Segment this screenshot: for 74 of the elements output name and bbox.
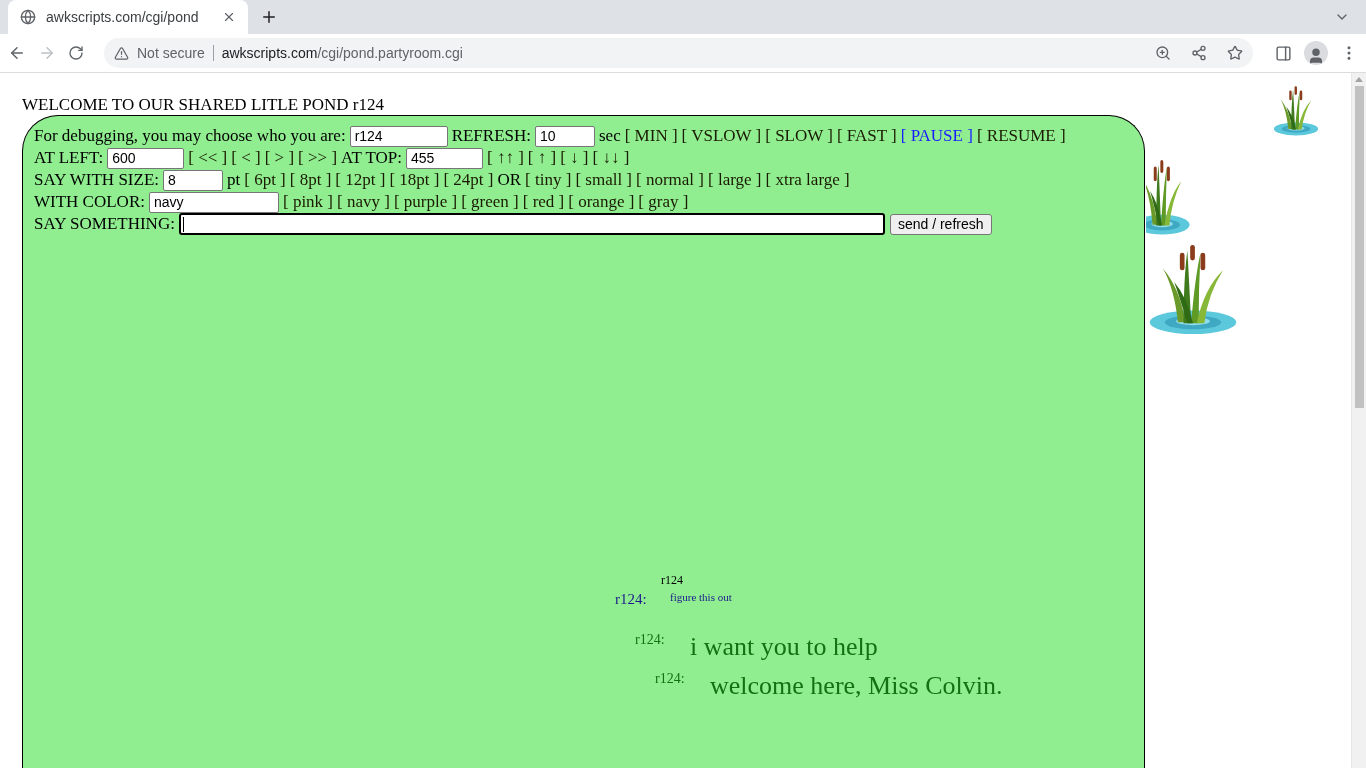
- bracket-link[interactable]: [ RESUME ]: [976, 126, 1066, 146]
- bracket-link[interactable]: [ small ]: [575, 170, 633, 190]
- text-field[interactable]: navy: [148, 191, 279, 213]
- bracket-link[interactable]: [ normal ]: [636, 170, 704, 190]
- url-text: awkscripts.com/cgi/pond.partyroom.cgi: [221, 45, 463, 61]
- author-label: r124:: [615, 592, 647, 607]
- author-label: r124:: [655, 672, 685, 686]
- bracket-link[interactable]: [ pink ]: [282, 192, 333, 212]
- star-icon[interactable]: [1227, 45, 1243, 61]
- control-label: REFRESH:: [451, 126, 531, 146]
- control-label: pt: [227, 170, 241, 190]
- control-label: SAY SOMETHING:: [34, 214, 175, 234]
- bracket-link[interactable]: [ ↑ ]: [527, 148, 557, 168]
- message-text: welcome here, Miss Colvin.: [710, 673, 1003, 699]
- control-label: AT LEFT:: [34, 148, 104, 168]
- bracket-link[interactable]: [ PAUSE ]: [900, 126, 973, 146]
- bracket-link[interactable]: [ < ]: [231, 148, 261, 168]
- zoom-icon[interactable]: [1155, 45, 1171, 61]
- bracket-link[interactable]: [ ↓ ]: [560, 148, 589, 168]
- author-label: r124:: [635, 633, 665, 647]
- security-label: Not secure: [137, 45, 214, 61]
- text-field[interactable]: 8: [163, 169, 223, 191]
- bracket-link[interactable]: [ 24pt ]: [443, 170, 494, 190]
- bracket-link[interactable]: [ green ]: [461, 192, 519, 212]
- bracket-link[interactable]: [ SLOW ]: [765, 126, 833, 146]
- text-field[interactable]: 10: [535, 125, 595, 147]
- page-heading: WELCOME TO OUR SHARED LITLE POND r124: [22, 95, 386, 115]
- bracket-link[interactable]: [ large ]: [708, 170, 762, 190]
- send-button[interactable]: send / refresh: [889, 213, 992, 235]
- bracket-link[interactable]: [ VSLOW ]: [681, 126, 762, 146]
- bracket-link[interactable]: [ << ]: [188, 148, 228, 168]
- control-label: SAY WITH SIZE:: [34, 170, 159, 190]
- browser-tab[interactable]: awkscripts.com/cgi/pond: [8, 0, 248, 34]
- new-tab-icon[interactable]: [260, 8, 278, 26]
- bracket-link[interactable]: [ navy ]: [337, 192, 390, 212]
- bracket-link[interactable]: [ gray ]: [638, 192, 689, 212]
- scrollbar[interactable]: [1351, 73, 1366, 768]
- message-input[interactable]: [178, 213, 885, 235]
- text-field[interactable]: 455: [406, 147, 483, 169]
- address-bar[interactable]: Not secure awkscripts.com/cgi/pond.partyroom.cgi: [104, 38, 1253, 68]
- control-label: sec: [599, 126, 621, 146]
- control-label: OR: [497, 170, 522, 190]
- bracket-link[interactable]: [ > ]: [264, 148, 295, 168]
- bracket-link[interactable]: [ 8pt ]: [289, 170, 332, 190]
- bracket-link[interactable]: [ FAST ]: [836, 126, 897, 146]
- author-label: r124: [661, 574, 683, 586]
- control-label: AT TOP:: [341, 148, 402, 168]
- bracket-link[interactable]: [ orange ]: [568, 192, 635, 212]
- close-icon[interactable]: [222, 10, 236, 24]
- back-icon[interactable]: [8, 44, 26, 62]
- bracket-link[interactable]: [ 6pt ]: [244, 170, 286, 190]
- control-label: For debugging, you may choose who you are:: [34, 126, 346, 146]
- message-text: i want you to help: [690, 634, 878, 660]
- bracket-link[interactable]: [ 12pt ]: [335, 170, 386, 190]
- share-icon[interactable]: [1191, 45, 1207, 61]
- bracket-link[interactable]: [ xtra large ]: [765, 170, 850, 190]
- profile-icon[interactable]: [1304, 41, 1328, 65]
- bracket-link[interactable]: [ >> ]: [298, 148, 338, 168]
- text-field[interactable]: r124: [349, 125, 448, 147]
- bracket-link[interactable]: [ tiny ]: [525, 170, 572, 190]
- control-label: WITH COLOR:: [34, 192, 145, 212]
- reload-icon[interactable]: [68, 45, 84, 61]
- warning-icon: [114, 45, 129, 61]
- tab-title: awkscripts.com/cgi/pond: [46, 9, 200, 25]
- globe-icon: [20, 9, 36, 25]
- bracket-link[interactable]: [ ↓↓ ]: [592, 148, 630, 168]
- bracket-link[interactable]: [ purple ]: [393, 192, 458, 212]
- message-text: figure this out: [670, 592, 732, 603]
- bracket-link[interactable]: [ red ]: [522, 192, 565, 212]
- bracket-link[interactable]: [ ↑↑ ]: [487, 148, 524, 168]
- side-panel-icon[interactable]: [1275, 44, 1292, 62]
- text-field[interactable]: 600: [107, 147, 185, 169]
- bracket-link[interactable]: [ 18pt ]: [389, 170, 440, 190]
- bracket-link[interactable]: [ MIN ]: [624, 126, 678, 146]
